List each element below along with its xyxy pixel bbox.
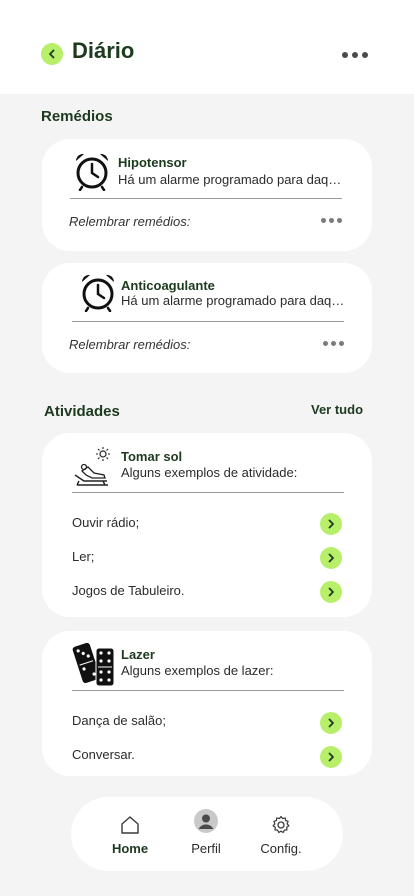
- chevron-right-icon: [328, 553, 334, 563]
- section-title-remedios: Remédios: [41, 108, 113, 125]
- activity-card[interactable]: Lazer Alguns exemplos de lazer: Dança de…: [42, 631, 372, 776]
- activity-subtitle: Alguns exemplos de atividade:: [121, 465, 298, 480]
- divider: [70, 198, 342, 199]
- activity-item: Ler;: [72, 549, 95, 564]
- gear-icon: [269, 813, 293, 837]
- bottom-navigation: Home Perfil Config.: [71, 797, 343, 871]
- alarm-clock-icon: [75, 153, 109, 191]
- medicine-subtitle: Há um alarme programado para daqui...: [118, 172, 348, 187]
- section-title-atividades: Atividades: [44, 403, 120, 420]
- remind-label: Relembrar remédios:: [69, 337, 191, 352]
- sunbathing-icon: [74, 447, 110, 486]
- dominoes-icon: [72, 642, 115, 687]
- nav-label: Home: [111, 841, 149, 856]
- see-all-link[interactable]: Ver tudo: [311, 402, 363, 417]
- activity-item: Dança de salão;: [72, 713, 166, 728]
- remind-options-button[interactable]: [321, 218, 342, 223]
- medicine-title: Hipotensor: [118, 155, 187, 170]
- divider: [72, 492, 344, 493]
- medicine-title: Anticoagulante: [121, 278, 215, 293]
- divider: [72, 690, 344, 691]
- activity-item-go-button[interactable]: [320, 746, 342, 768]
- remind-label: Relembrar remédios:: [69, 214, 191, 229]
- back-button[interactable]: [41, 43, 63, 65]
- medicine-card[interactable]: Anticoagulante Há um alarme programado p…: [42, 263, 372, 373]
- chevron-left-icon: [49, 49, 55, 59]
- activity-item-go-button[interactable]: [320, 581, 342, 603]
- activity-title: Lazer: [121, 647, 155, 662]
- divider: [72, 321, 344, 322]
- remind-options-button[interactable]: [323, 341, 344, 346]
- nav-item-home[interactable]: Home: [95, 797, 165, 871]
- activity-item: Ouvir rádio;: [72, 515, 140, 530]
- activity-item-go-button[interactable]: [320, 547, 342, 569]
- activity-subtitle: Alguns exemplos de lazer:: [121, 663, 274, 678]
- more-options-button[interactable]: [342, 52, 368, 58]
- profile-avatar-icon: [194, 809, 218, 833]
- chevron-right-icon: [328, 519, 334, 529]
- nav-label: Config.: [260, 841, 302, 856]
- activity-card[interactable]: Tomar sol Alguns exemplos de atividade: …: [42, 433, 372, 617]
- medicine-subtitle: Há um alarme programado para daqui...: [121, 293, 351, 308]
- chevron-right-icon: [328, 718, 334, 728]
- page-title: Diário: [72, 38, 135, 63]
- nav-item-config[interactable]: Config.: [246, 797, 316, 871]
- activity-title: Tomar sol: [121, 449, 183, 464]
- activity-item: Jogos de Tabuleiro.: [72, 583, 185, 598]
- chevron-right-icon: [328, 752, 334, 762]
- nav-item-perfil[interactable]: Perfil: [171, 797, 241, 871]
- home-icon: [118, 813, 142, 837]
- chevron-right-icon: [328, 587, 334, 597]
- activity-item-go-button[interactable]: [320, 712, 342, 734]
- header: Diário: [0, 0, 414, 94]
- nav-label: Perfil: [191, 841, 221, 856]
- more-horizontal-icon: [342, 52, 348, 58]
- activity-item-go-button[interactable]: [320, 513, 342, 535]
- medicine-card[interactable]: Hipotensor Há um alarme programado para …: [42, 139, 372, 251]
- alarm-clock-icon: [81, 274, 115, 312]
- activity-item: Conversar.: [72, 747, 135, 762]
